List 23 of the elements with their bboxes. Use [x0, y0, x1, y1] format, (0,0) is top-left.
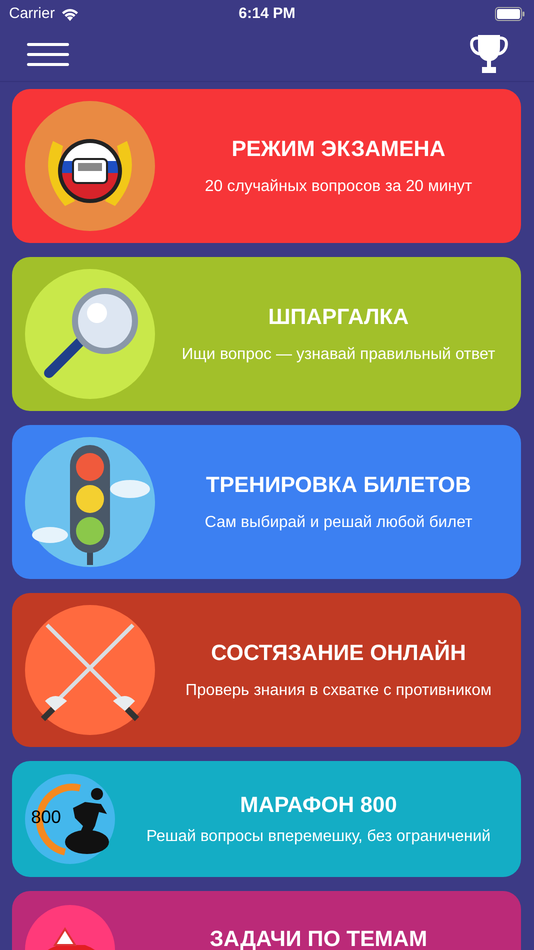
crossed-swords-icon: [25, 605, 155, 735]
mode-subtitle: 20 случайных вопросов за 20 минут: [204, 176, 472, 197]
mode-subtitle: Решай вопросы вперемешку, без ограничений: [146, 826, 491, 847]
status-time: 6:14 PM: [238, 4, 296, 24]
runner-icon: [25, 774, 115, 864]
mode-title: ШПАРГАЛКА: [268, 303, 409, 331]
mode-title: МАРАФОН 800: [240, 791, 397, 819]
carrier-label: Carrier: [9, 4, 55, 24]
mode-title: ТРЕНИРОВКА БИЛЕТОВ: [206, 471, 471, 499]
menu-button[interactable]: [27, 40, 69, 69]
mode-subtitle: Проверь знания в схватке с противником: [186, 680, 492, 701]
magnifier-icon: [25, 269, 155, 399]
wifi-icon: [60, 8, 79, 20]
mode-card[interactable]: ТРЕНИРОВКА БИЛЕТОВ Сам выбирай и решай любой билет: [12, 425, 521, 579]
mode-subtitle: Ищи вопрос — узнавай правильный ответ: [182, 344, 496, 365]
traffic-light-icon: [25, 437, 155, 567]
mode-card[interactable]: СОСТЯЗАНИЕ ОНЛАЙН Проверь знания в схватке с противником: [12, 593, 521, 747]
mode-title: РЕЖИМ ЭКЗАМЕНА: [232, 135, 446, 163]
mode-card[interactable]: РЕЖИМ ЭКЗАМЕНА 20 случайных вопросов за 20 минут: [12, 89, 521, 243]
mode-title: СОСТЯЗАНИЕ ОНЛАЙН: [211, 639, 466, 667]
battery-icon: [495, 7, 525, 21]
mode-subtitle: Сам выбирай и решай любой билет: [204, 512, 472, 533]
emblem-icon: [25, 101, 155, 231]
